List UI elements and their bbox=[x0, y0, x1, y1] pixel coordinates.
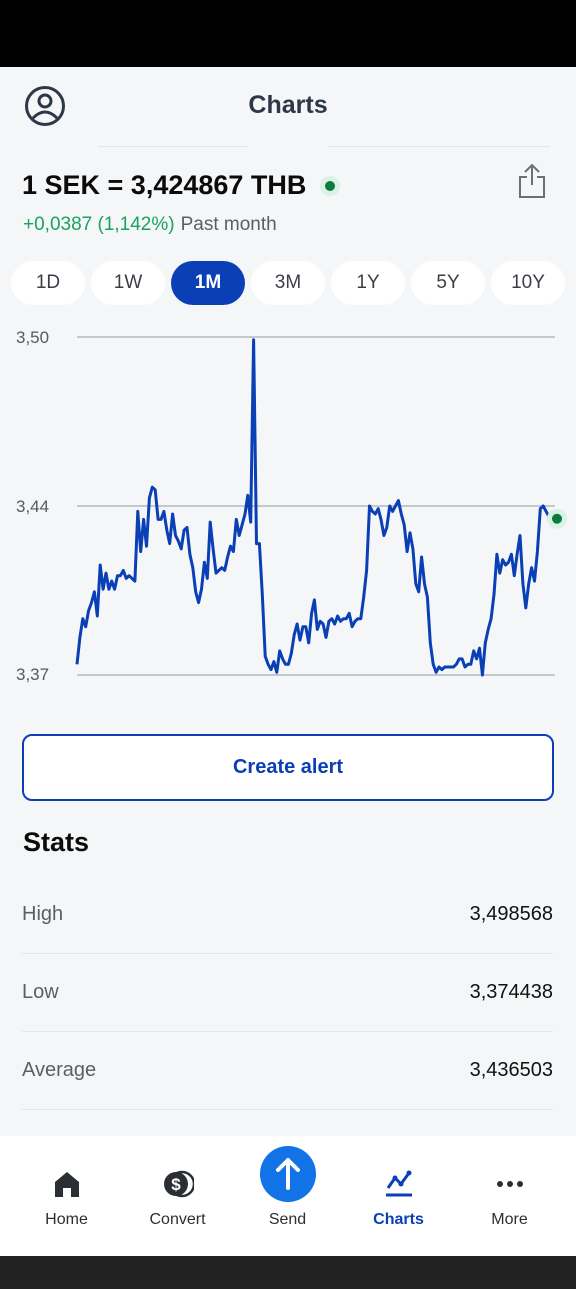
range-selector: 1D 1W 1M 3M 1Y 5Y 10Y bbox=[11, 261, 565, 305]
send-button[interactable] bbox=[260, 1146, 316, 1202]
end-point-marker bbox=[552, 513, 562, 524]
range-1w[interactable]: 1W bbox=[91, 261, 165, 305]
stat-label: Low bbox=[22, 981, 59, 1003]
stat-value: 3,498568 bbox=[469, 903, 553, 925]
nav-charts[interactable]: Charts bbox=[341, 1136, 456, 1256]
stats-title: Stats bbox=[23, 827, 90, 857]
stat-row-low: Low 3,374438 bbox=[22, 954, 553, 1032]
rate-change-period: Past month bbox=[180, 214, 277, 235]
nav-label: Home bbox=[45, 1211, 88, 1228]
more-dots-icon bbox=[497, 1181, 523, 1187]
range-1y[interactable]: 1Y bbox=[331, 261, 405, 305]
y-tick-label: 3,50 bbox=[16, 328, 49, 347]
system-nav-bar bbox=[0, 1256, 576, 1289]
header: Charts bbox=[0, 67, 576, 147]
stat-label: High bbox=[22, 903, 64, 925]
stat-row-high: High 3,498568 bbox=[22, 876, 553, 954]
rate-chart[interactable]: 3,50 3,44 3,37 bbox=[0, 315, 576, 695]
share-icon[interactable] bbox=[516, 163, 548, 199]
status-bar bbox=[0, 0, 576, 67]
arrow-up-icon bbox=[276, 1158, 300, 1190]
series-line bbox=[75, 338, 551, 677]
nav-label: Send bbox=[268, 1211, 307, 1228]
stat-value: 3,436503 bbox=[469, 1059, 553, 1081]
nav-label: Charts bbox=[373, 1211, 424, 1228]
dollar-coins-icon: $ bbox=[164, 1170, 194, 1198]
range-10y[interactable]: 10Y bbox=[491, 261, 565, 305]
nav-label: More bbox=[491, 1211, 528, 1228]
nav-home[interactable]: Home bbox=[9, 1136, 124, 1256]
chart-line-icon bbox=[386, 1170, 412, 1197]
stat-label: Average bbox=[22, 1059, 97, 1081]
rate-change-value: +0,0387 (1,142%) bbox=[23, 214, 175, 235]
live-indicator-icon bbox=[320, 175, 341, 196]
exchange-rate: 1 SEK = 3,424867 THB bbox=[22, 170, 341, 201]
range-1d[interactable]: 1D bbox=[11, 261, 85, 305]
exchange-rate-text: 1 SEK = 3,424867 THB bbox=[22, 170, 307, 200]
y-tick-label: 3,44 bbox=[16, 497, 49, 516]
range-3m[interactable]: 3M bbox=[251, 261, 325, 305]
y-tick-label: 3,37 bbox=[16, 665, 49, 684]
stat-row-average: Average 3,436503 bbox=[22, 1032, 553, 1110]
nav-label: Convert bbox=[149, 1211, 206, 1228]
range-1m[interactable]: 1M bbox=[171, 261, 245, 305]
header-divider bbox=[98, 146, 248, 147]
nav-convert[interactable]: $ Convert bbox=[120, 1136, 235, 1256]
stat-value: 3,374438 bbox=[469, 981, 553, 1003]
create-alert-button[interactable]: Create alert bbox=[22, 734, 554, 801]
home-icon bbox=[55, 1172, 79, 1197]
page-title: Charts bbox=[248, 91, 328, 119]
header-divider bbox=[328, 146, 550, 147]
svg-text:$: $ bbox=[171, 1175, 181, 1194]
nav-more[interactable]: More bbox=[452, 1136, 567, 1256]
rate-change: +0,0387 (1,142%) Past month bbox=[23, 214, 277, 236]
range-5y[interactable]: 5Y bbox=[411, 261, 485, 305]
